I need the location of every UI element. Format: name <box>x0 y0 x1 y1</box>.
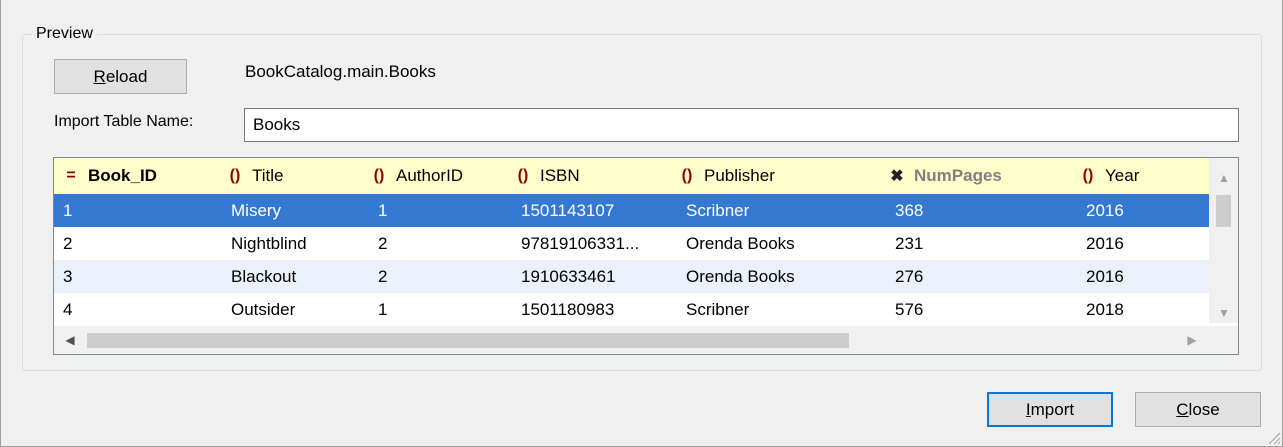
scroll-down-arrow-icon[interactable]: ▼ <box>1209 299 1238 327</box>
column-header-label: ISBN <box>540 166 580 185</box>
resize-grip-icon[interactable] <box>1265 429 1281 445</box>
column-header-label: Year <box>1105 166 1140 185</box>
cell-publisher: Orenda Books <box>686 267 795 286</box>
column-header-author-id[interactable]: () AuthorID <box>368 158 463 194</box>
column-header-label: Publisher <box>704 166 775 185</box>
cell-author-id: 2 <box>378 267 388 286</box>
close-mnemonic: C <box>1176 399 1189 419</box>
cell-title: Blackout <box>231 267 297 286</box>
column-header-publisher[interactable]: () Publisher <box>676 158 775 194</box>
source-table-path: BookCatalog.main.Books <box>245 62 436 81</box>
column-header-book-id[interactable]: = Book_ID <box>60 158 157 194</box>
cell-book-id: 3 <box>63 267 73 286</box>
close-button[interactable]: Close <box>1135 392 1261 427</box>
column-header-num-pages[interactable]: ✖ NumPages <box>886 158 1002 194</box>
cell-title: Outsider <box>231 300 296 319</box>
braces-icon: () <box>229 167 241 184</box>
cell-isbn: 1501180983 <box>521 300 615 319</box>
vertical-scrollbar[interactable]: ▲ ▼ <box>1209 158 1238 323</box>
cell-num-pages: 231 <box>895 234 924 253</box>
reload-mnemonic: R <box>93 66 106 86</box>
column-header-label: Title <box>252 166 284 185</box>
column-header-label: NumPages <box>914 166 1002 185</box>
table-row[interactable]: 2 Nightblind 2 97819106331... Orenda Boo… <box>54 227 1209 260</box>
cell-author-id: 1 <box>378 300 388 319</box>
vertical-scroll-thumb[interactable] <box>1216 195 1231 227</box>
cell-title: Nightblind <box>231 234 307 253</box>
cell-num-pages: 576 <box>895 300 924 319</box>
reload-button[interactable]: Reload <box>54 59 187 94</box>
cell-book-id: 4 <box>63 300 73 319</box>
cell-year: 2016 <box>1086 234 1124 253</box>
braces-icon: () <box>681 167 693 184</box>
table-row[interactable]: 1 Misery 1 1501143107 Scribner 368 2016 <box>54 194 1209 227</box>
import-table-name-label: Import Table Name: <box>54 113 194 130</box>
cell-book-id: 1 <box>63 201 73 220</box>
cell-book-id: 2 <box>63 234 73 253</box>
cell-author-id: 2 <box>378 234 388 253</box>
cell-isbn: 97819106331... <box>521 234 640 253</box>
column-header-isbn[interactable]: () ISBN <box>512 158 580 194</box>
cell-year: 2016 <box>1086 201 1124 220</box>
cell-year: 2016 <box>1086 267 1124 286</box>
column-header-label: AuthorID <box>396 166 464 185</box>
scroll-up-arrow-icon[interactable]: ▲ <box>1209 164 1238 192</box>
import-table-name-input[interactable] <box>244 108 1239 142</box>
horizontal-scroll-thumb[interactable] <box>87 333 849 348</box>
column-header-year[interactable]: () Year <box>1077 158 1140 194</box>
cell-year: 2018 <box>1086 300 1124 319</box>
scroll-right-arrow-icon[interactable]: ▶ <box>1178 326 1206 354</box>
column-header-label: Book_ID <box>88 166 157 185</box>
cell-publisher: Scribner <box>686 201 750 220</box>
braces-icon: () <box>517 167 529 184</box>
table-row[interactable]: 3 Blackout 2 1910633461 Orenda Books 276… <box>54 260 1209 293</box>
preview-grid[interactable]: = Book_ID () Title () AuthorID () ISBN (… <box>53 157 1239 355</box>
primary-key-icon: = <box>66 167 76 184</box>
grid-header: = Book_ID () Title () AuthorID () ISBN (… <box>54 158 1209 194</box>
cell-num-pages: 368 <box>895 201 924 220</box>
cell-num-pages: 276 <box>895 267 924 286</box>
cell-author-id: 1 <box>378 201 388 220</box>
cell-publisher: Scribner <box>686 300 750 319</box>
reload-label: eload <box>105 66 148 86</box>
cell-title: Misery <box>231 201 282 220</box>
cell-publisher: Orenda Books <box>686 234 795 253</box>
cell-isbn: 1910633461 <box>521 267 616 286</box>
braces-icon: () <box>1082 167 1094 184</box>
preview-group-label: Preview <box>32 22 97 46</box>
column-header-title[interactable]: () Title <box>224 158 284 194</box>
braces-icon: () <box>373 167 385 184</box>
excluded-column-icon: ✖ <box>890 168 904 185</box>
scrollbar-corner <box>1209 326 1238 354</box>
scroll-left-arrow-icon[interactable]: ◀ <box>56 326 84 354</box>
cell-isbn: 1501143107 <box>521 201 615 220</box>
import-button[interactable]: Import <box>987 392 1113 427</box>
import-label: mport <box>1030 399 1075 419</box>
close-label: lose <box>1188 399 1220 419</box>
table-row[interactable]: 4 Outsider 1 1501180983 Scribner 576 201… <box>54 293 1209 326</box>
horizontal-scrollbar[interactable]: ◀ ▶ <box>54 326 1209 354</box>
